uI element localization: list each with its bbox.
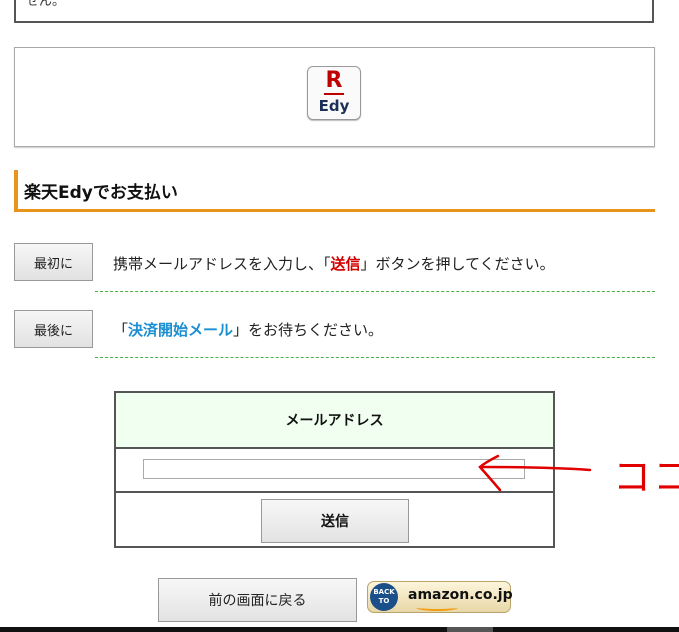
horizontal-scrollbar[interactable] — [0, 627, 679, 632]
amazon-logo-text: amazon.co.jp — [408, 587, 513, 603]
annotation-text: ココ — [613, 455, 679, 499]
notice-box: せん。 — [14, 0, 654, 23]
step-first-text-after: 」ボタンを押してください。 — [360, 255, 555, 273]
step-first-instruction: 携帯メールアドレスを入力し、「送信」ボタンを押してください。 — [113, 253, 555, 274]
back-button[interactable]: 前の画面に戻る — [158, 578, 357, 622]
rakuten-r-mark: R — [325, 68, 343, 93]
step-divider — [95, 357, 655, 358]
section-heading: 楽天Edyでお支払い — [14, 170, 655, 212]
step-last-text-before: 「 — [113, 321, 129, 339]
step-last-highlight: 決済開始メール — [128, 321, 234, 339]
rakuten-edy-logo: R Edy — [307, 66, 361, 120]
step-last-text-after: 」をお待ちください。 — [233, 321, 384, 339]
amazon-smile-icon — [416, 604, 458, 611]
email-field[interactable] — [143, 459, 525, 479]
payment-logo-panel: R Edy — [14, 47, 655, 147]
scrollbar-thumb[interactable] — [447, 627, 493, 632]
edy-logo-text: Edy — [318, 97, 350, 115]
email-form-header: メールアドレス — [116, 393, 553, 449]
section-title: 楽天Edyでお支払い — [24, 183, 178, 203]
step-last-button[interactable]: 最後に — [14, 310, 93, 348]
back-to-amazon-button[interactable]: BACK TO amazon.co.jp — [367, 581, 513, 613]
step-first-text-before: 携帯メールアドレスを入力し、「 — [113, 255, 331, 273]
step-first-highlight: 送信 — [330, 255, 361, 273]
send-button[interactable]: 送信 — [261, 499, 409, 543]
step-divider — [95, 291, 655, 292]
logo-underline — [324, 93, 344, 95]
step-last-instruction: 「決済開始メール」をお待ちください。 — [113, 319, 383, 340]
notice-text: せん。 — [26, 0, 66, 9]
step-first-button[interactable]: 最初に — [14, 243, 93, 281]
back-to-badge: BACK TO — [370, 583, 398, 611]
annotation-arrow-icon — [478, 454, 592, 492]
